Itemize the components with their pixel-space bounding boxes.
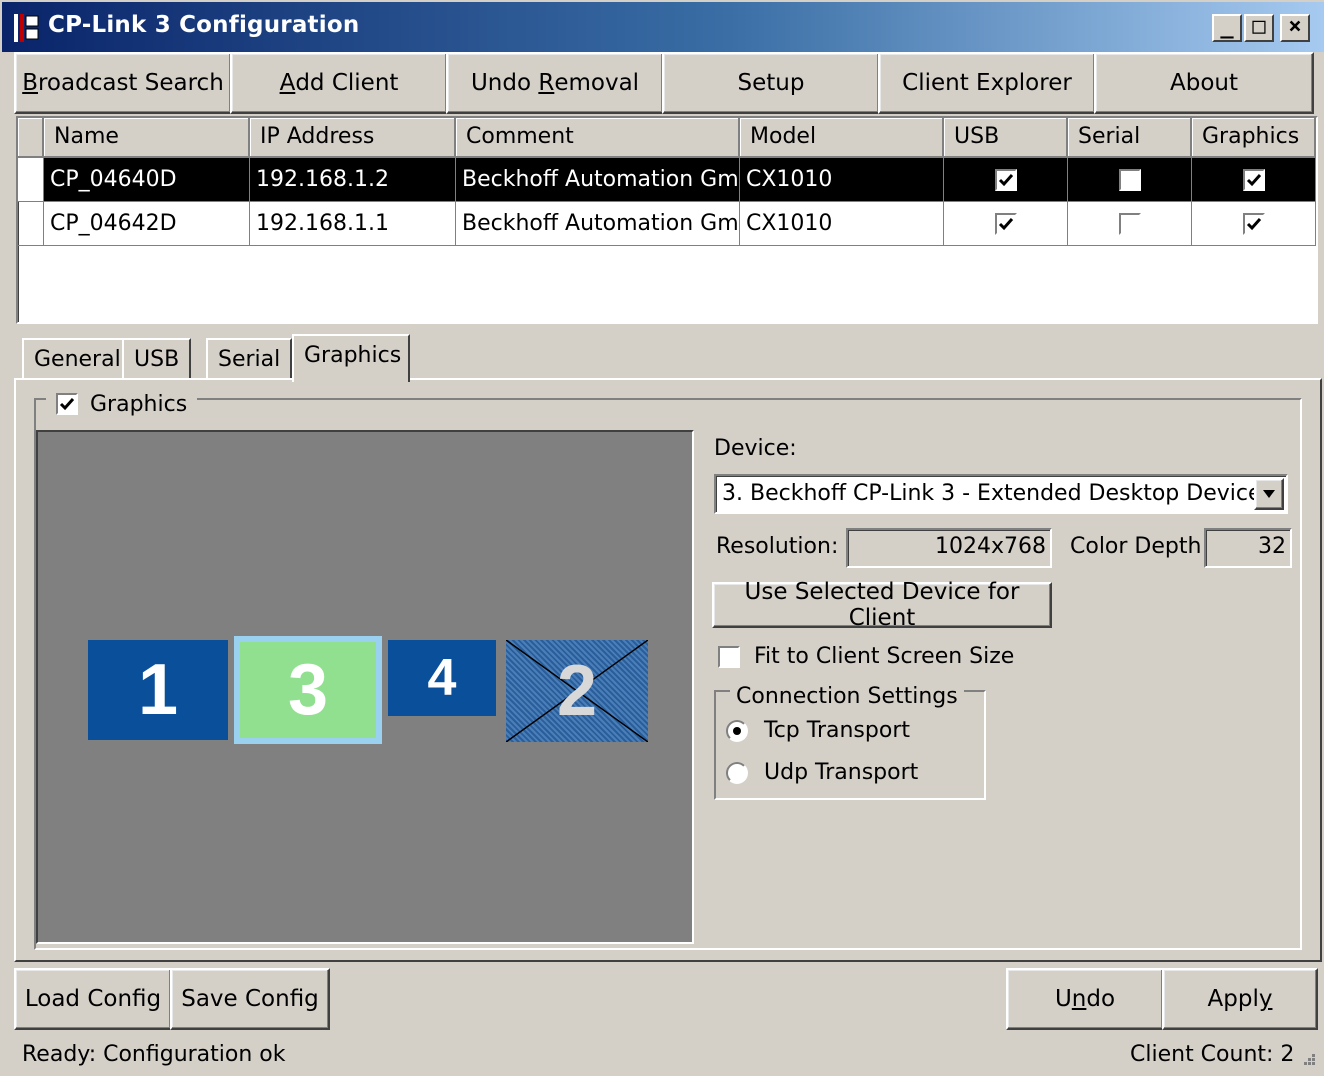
chevron-down-icon[interactable]: [1254, 478, 1284, 510]
window-title: CP-Link 3 Configuration: [48, 12, 360, 38]
tab-serial[interactable]: Serial: [206, 338, 293, 380]
device-select[interactable]: 3. Beckhoff CP-Link 3 - Extended Desktop…: [714, 474, 1288, 514]
udp-transport-radio[interactable]: [726, 761, 748, 784]
fit-to-screen-label: Fit to Client Screen Size: [754, 644, 1015, 669]
fit-to-screen-option[interactable]: Fit to Client Screen Size: [718, 644, 1014, 669]
monitor-1[interactable]: 1: [88, 640, 228, 740]
add-client-button[interactable]: Add Client: [230, 52, 448, 114]
tcp-transport-option[interactable]: Tcp Transport: [726, 718, 910, 743]
cell-serial[interactable]: [1068, 158, 1192, 202]
app-icon: [14, 14, 40, 42]
column-header-ip[interactable]: IP Address: [250, 118, 456, 158]
cell-comment[interactable]: Beckhoff Automation Gm...: [456, 202, 740, 246]
tab-general[interactable]: General: [22, 338, 133, 380]
tcp-transport-label: Tcp Transport: [764, 718, 910, 743]
load-config-button[interactable]: Load Config: [14, 968, 172, 1030]
cell-serial[interactable]: [1068, 202, 1192, 246]
color-depth-label: Color Depth:: [1070, 534, 1209, 559]
connection-settings-title: Connection Settings: [730, 684, 964, 709]
cell-model[interactable]: CX1010: [740, 158, 944, 202]
serial-checkbox[interactable]: [1118, 213, 1141, 235]
graphics-enable-label: Graphics: [90, 391, 188, 417]
cell-usb[interactable]: [944, 158, 1068, 202]
color-depth-field: 32: [1204, 528, 1292, 568]
cell-ip[interactable]: 192.168.1.2: [250, 158, 456, 202]
undo-button[interactable]: Un do: [1006, 968, 1164, 1030]
client-count: Client Count: 2: [1130, 1042, 1295, 1067]
monitor-3: 3: [240, 642, 376, 738]
column-header-usb[interactable]: USB: [944, 118, 1068, 158]
client-grid[interactable]: Name IP Address Comment Model USB Serial…: [16, 116, 1318, 324]
udp-transport-option[interactable]: Udp Transport: [726, 760, 918, 785]
minimize-button[interactable]: _: [1212, 14, 1242, 42]
apply-button[interactable]: Appl y: [1162, 968, 1318, 1030]
usb-checkbox[interactable]: [994, 169, 1017, 191]
setup-button[interactable]: Setup: [662, 52, 880, 114]
use-selected-device-button[interactable]: Use Selected Device for Client: [712, 579, 1052, 631]
device-select-value: 3. Beckhoff CP-Link 3 - Extended Desktop…: [722, 481, 1283, 506]
graphics-enable[interactable]: Graphics: [46, 388, 198, 420]
maximize-icon: □: [1252, 14, 1266, 39]
row-selector[interactable]: [18, 202, 44, 246]
about-button[interactable]: About: [1094, 52, 1314, 114]
column-header-name[interactable]: Name: [44, 118, 250, 158]
cell-name[interactable]: CP_04640D: [44, 158, 250, 202]
status-bar: Ready: Configuration ok Client Count: 2: [0, 1036, 1324, 1076]
save-config-button[interactable]: Save Config: [170, 968, 330, 1030]
tcp-transport-radio[interactable]: [726, 719, 748, 742]
graphics-enable-checkbox[interactable]: [56, 393, 78, 415]
column-header-comment[interactable]: Comment: [456, 118, 740, 158]
cell-name[interactable]: CP_04642D: [44, 202, 250, 246]
cell-comment[interactable]: Beckhoff Automation Gm...: [456, 158, 740, 202]
cell-graphics[interactable]: [1192, 158, 1316, 202]
resolution-field: 1024x768: [846, 528, 1052, 568]
usb-checkbox[interactable]: [994, 213, 1017, 235]
tab-graphics[interactable]: Graphics: [292, 334, 410, 382]
monitor-2-disabled[interactable]: 2: [506, 640, 648, 742]
status-text: Ready: Configuration ok: [22, 1042, 286, 1067]
close-button[interactable]: ×: [1280, 14, 1310, 42]
resolution-label: Resolution:: [716, 534, 839, 559]
graphics-checkbox[interactable]: [1242, 213, 1265, 235]
fit-to-screen-checkbox[interactable]: [718, 645, 740, 668]
close-icon: ×: [1288, 14, 1302, 39]
resize-grip-icon[interactable]: [1296, 1050, 1316, 1070]
column-header-model[interactable]: Model: [740, 118, 944, 158]
client-explorer-button[interactable]: Client Explorer: [878, 52, 1096, 114]
monitor-3-selected[interactable]: 3: [234, 636, 382, 744]
maximize-button[interactable]: □: [1244, 14, 1274, 42]
monitor-layout-preview[interactable]: 1 3 4 2: [36, 430, 694, 944]
cell-ip[interactable]: 192.168.1.1: [250, 202, 456, 246]
cell-graphics[interactable]: [1192, 202, 1316, 246]
minimize-icon: _: [1220, 14, 1234, 39]
tab-usb[interactable]: USB: [122, 338, 192, 380]
cell-model[interactable]: CX1010: [740, 202, 944, 246]
serial-checkbox[interactable]: [1118, 169, 1141, 191]
undo-removal-button[interactable]: Undo Removal: [446, 52, 664, 114]
udp-transport-label: Udp Transport: [764, 760, 919, 785]
monitor-4[interactable]: 4: [388, 640, 496, 716]
column-header-serial[interactable]: Serial: [1068, 118, 1192, 158]
broadcast-search-button[interactable]: Broadcast Search: [14, 52, 232, 114]
device-label: Device:: [714, 436, 797, 461]
row-selector[interactable]: [18, 158, 44, 202]
column-header-graphics[interactable]: Graphics: [1192, 118, 1316, 158]
row-header-corner: [18, 118, 44, 158]
cell-usb[interactable]: [944, 202, 1068, 246]
graphics-checkbox[interactable]: [1242, 169, 1265, 191]
